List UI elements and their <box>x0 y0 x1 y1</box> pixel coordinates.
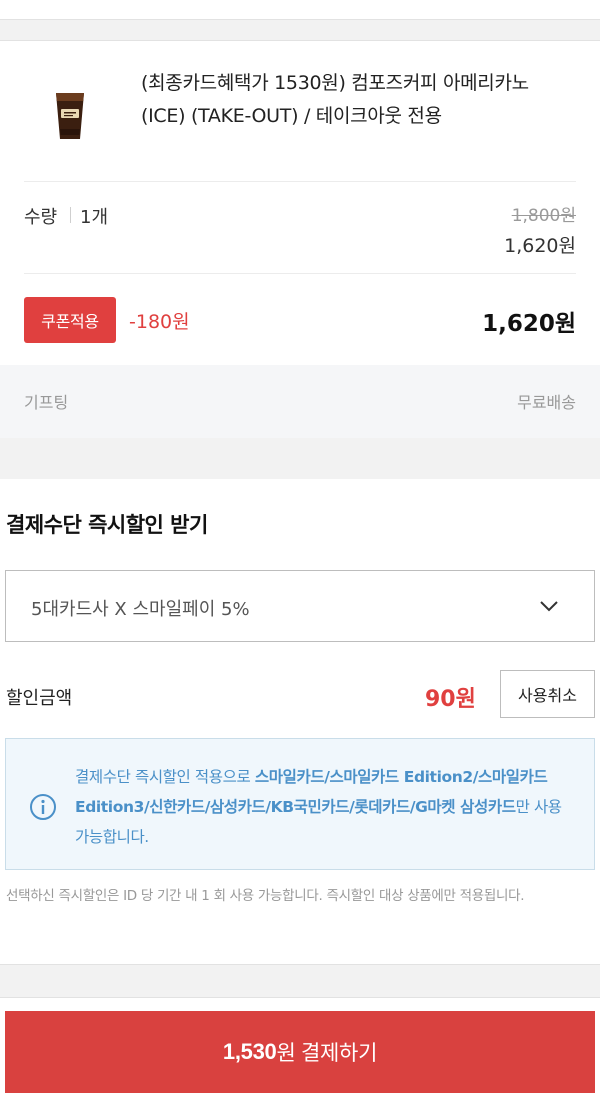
quantity-row: 수량 1개 1,800원 1,620원 <box>0 181 600 273</box>
discount-label: 할인금액 <box>6 688 73 709</box>
chevron-down-icon <box>540 601 558 612</box>
order-item-card: (최종카드혜택가 1530원) 컴포즈커피 아메리카노(ICE) (TAKE-O… <box>0 40 600 438</box>
separator <box>70 207 71 223</box>
product-row[interactable]: (최종카드혜택가 1530원) 컴포즈커피 아메리카노(ICE) (TAKE-O… <box>0 41 600 181</box>
coupon-discount: -180원 <box>129 311 190 333</box>
card-discount-select[interactable]: 5대카드사 X 스마일페이 5% <box>5 570 595 642</box>
gift-row: 기프팅 무료배송 <box>0 365 600 438</box>
previous-card <box>0 0 600 20</box>
gift-label: 기프팅 <box>24 393 69 412</box>
sale-price: 1,620원 <box>504 235 576 257</box>
info-icon <box>30 794 56 820</box>
info-box: 결제수단 즉시할인 적용으로 스마일카드/스마일카드 Edition2/스마일카… <box>5 738 595 870</box>
checkout-amount: 1,530 <box>222 1039 277 1064</box>
section-title: 결제수단 즉시할인 받기 <box>6 513 208 537</box>
info-prefix: 결제수단 즉시할인 적용으로 <box>75 768 255 786</box>
info-text: 결제수단 즉시할인 적용으로 스마일카드/스마일카드 Edition2/스마일카… <box>75 762 575 852</box>
shipping-label: 무료배송 <box>517 393 576 412</box>
iced-coffee-cup-icon <box>56 93 84 139</box>
usage-notice: 선택하신 즉시할인은 ID 당 기간 내 1 회 사용 가능합니다. 즉시할인 … <box>6 888 525 904</box>
original-price: 1,800원 <box>511 206 576 226</box>
selected-option: 5대카드사 X 스마일페이 5% <box>31 599 250 620</box>
discount-amount: 90원 <box>425 687 476 712</box>
instant-discount-section: 결제수단 즉시할인 받기 5대카드사 X 스마일페이 5% 할인금액 90원 사… <box>0 479 600 965</box>
quantity-label: 수량 <box>24 207 58 228</box>
apply-coupon-button[interactable]: 쿠폰적용 <box>24 297 116 343</box>
item-total: 1,620원 <box>482 311 576 337</box>
checkout-label: 원 결제하기 <box>276 1042 378 1065</box>
quantity-value: 1개 <box>80 207 109 228</box>
cancel-discount-button[interactable]: 사용취소 <box>500 670 595 718</box>
checkout-button[interactable]: 1,530 원 결제하기 <box>5 1011 595 1093</box>
coupon-row: 쿠폰적용 -180원 1,620원 <box>0 273 600 365</box>
product-title: (최종카드혜택가 1530원) 컴포즈커피 아메리카노(ICE) (TAKE-O… <box>141 72 529 127</box>
